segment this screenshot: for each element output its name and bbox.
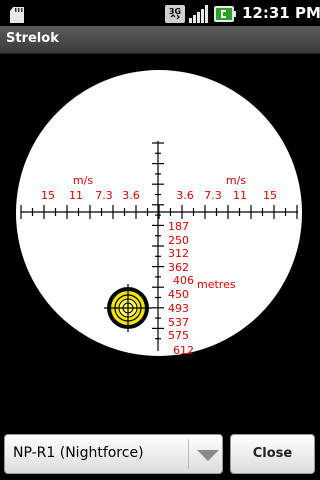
distance-label: 612: [173, 344, 194, 357]
sd-card-icon: [10, 7, 24, 23]
distance-label: 537: [168, 316, 189, 329]
distance-label: 362: [168, 261, 189, 274]
scope-select-value: NP-R1 (Nightforce): [13, 445, 144, 461]
scope-select[interactable]: NP-R1 (Nightforce): [4, 434, 223, 474]
spinner-divider: [188, 439, 189, 469]
distance-label: 575: [168, 329, 189, 342]
network-label: 3G: [169, 7, 181, 16]
close-button[interactable]: Close: [230, 434, 315, 474]
wind-label: 7.3: [95, 189, 113, 202]
distance-unit: metres: [197, 278, 236, 291]
chevron-down-icon: [197, 450, 219, 461]
title-bar: Strelok: [0, 26, 320, 54]
wind-label: 3.6: [122, 189, 140, 202]
distance-label: 250: [168, 234, 189, 247]
distance-label: 312: [168, 247, 189, 260]
wind-label: 11: [233, 189, 247, 202]
status-bar: 3G 12:31 PM: [0, 0, 320, 26]
wind-unit-left: m/s: [73, 174, 93, 187]
distance-label: 450: [168, 288, 189, 301]
wind-label: 7.3: [204, 189, 222, 202]
wind-label: 3.6: [176, 189, 194, 202]
clock: 12:31 PM: [242, 4, 320, 22]
wind-label: 15: [41, 189, 55, 202]
signal-icon: [189, 5, 208, 23]
distance-label: 187: [168, 220, 189, 233]
wind-unit-right: m/s: [226, 174, 246, 187]
distance-label: 406: [173, 274, 194, 287]
reticle-view: m/s m/s 15 11 7.3 3.6 3.6 7.3 11 15 1872503123…: [16, 70, 302, 357]
battery-icon: [214, 6, 236, 22]
wind-label: 11: [69, 189, 83, 202]
3g-icon: 3G: [165, 5, 185, 23]
app-title: Strelok: [6, 31, 59, 46]
distance-label: 493: [168, 302, 189, 315]
bottom-bar: NP-R1 (Nightforce) Close: [0, 426, 320, 480]
wind-label: 15: [263, 189, 277, 202]
